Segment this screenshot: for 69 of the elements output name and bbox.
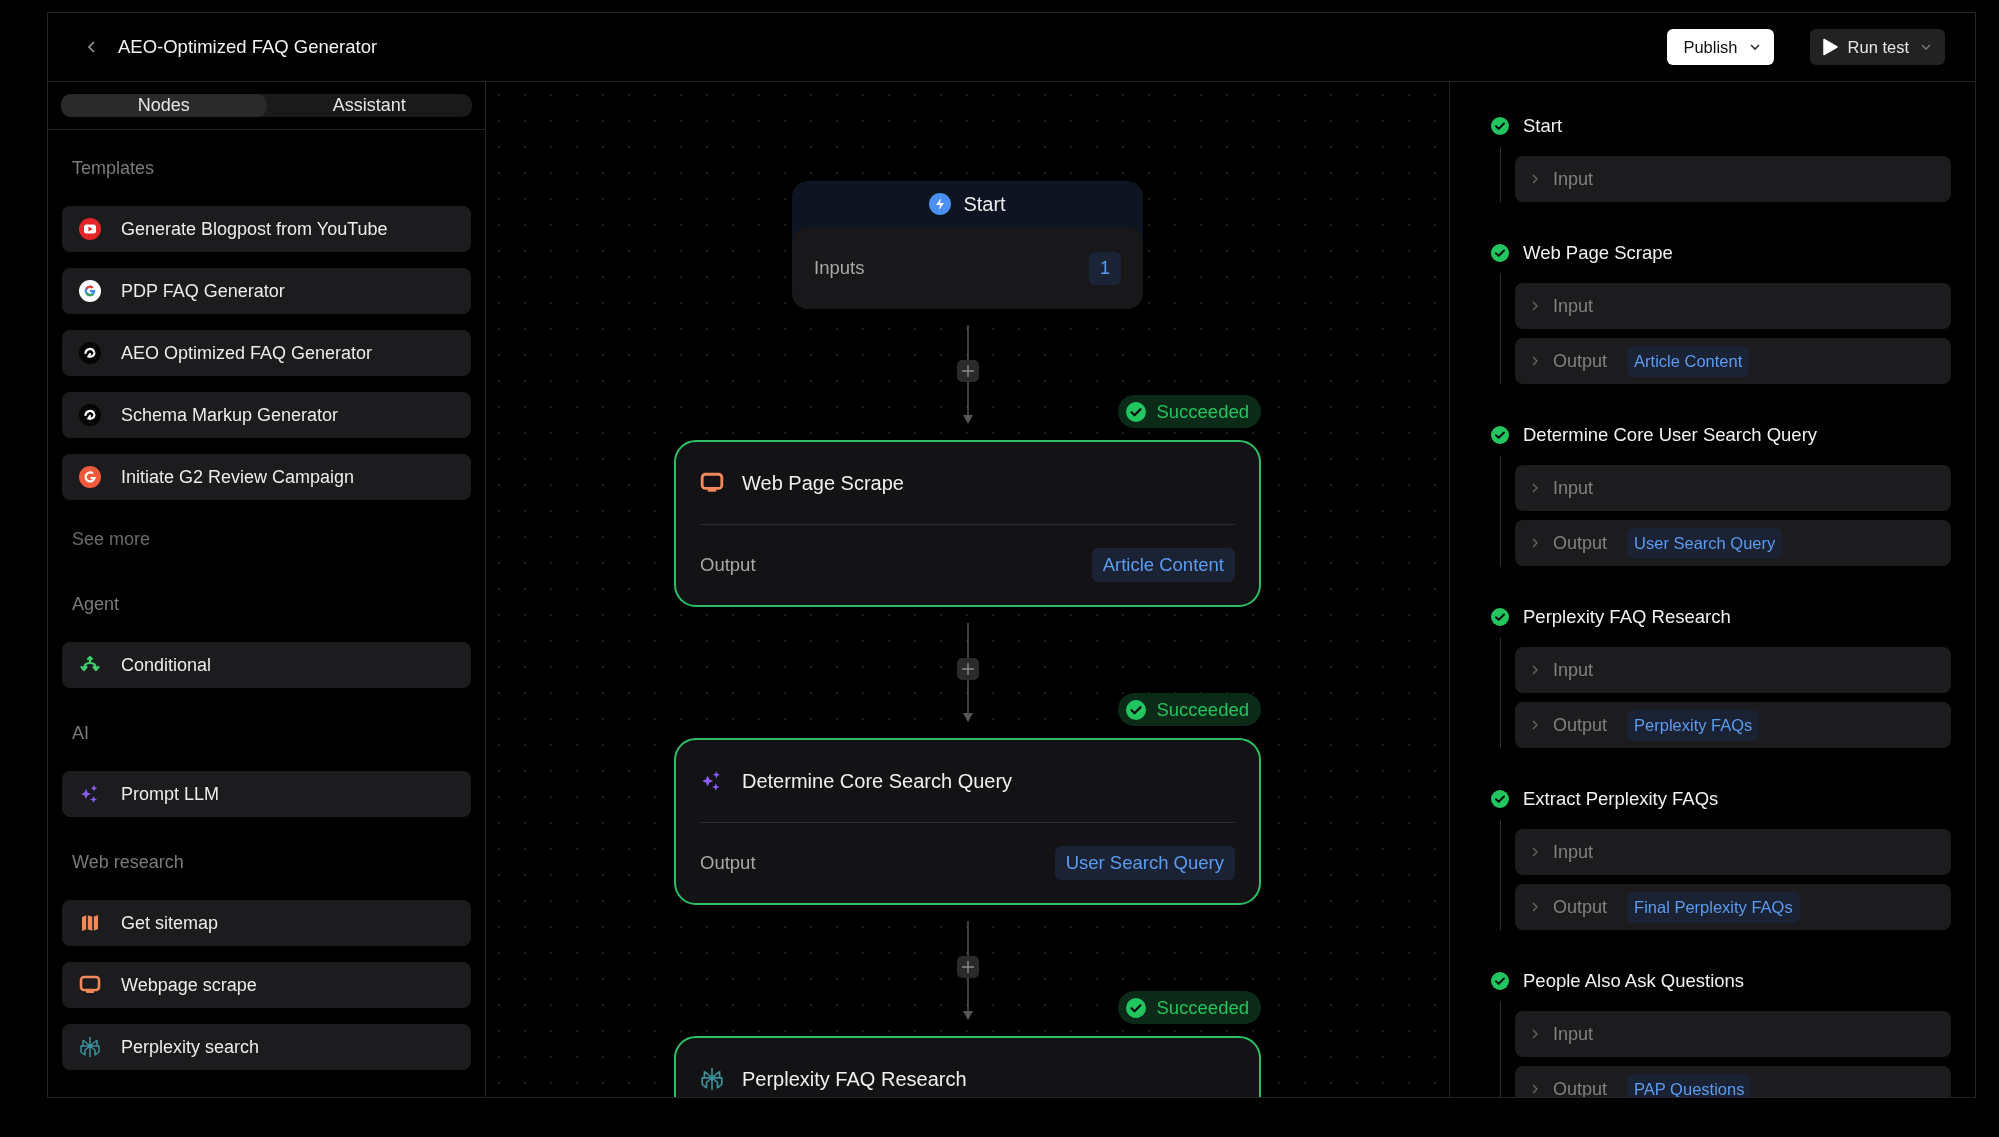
monitor-icon [700, 471, 724, 495]
node-list-item[interactable]: Get sitemap [62, 900, 471, 946]
node-list-item[interactable]: Webpage scrape [62, 962, 471, 1008]
inputs-count: 1 [1089, 251, 1121, 285]
log-row[interactable]: Input [1515, 829, 1951, 875]
status-badge: Succeeded [1118, 991, 1261, 1024]
log-row[interactable]: Output Article Content [1515, 338, 1951, 384]
node-list-item[interactable]: AEO Optimized FAQ Generator [62, 330, 471, 376]
step-title: Extract Perplexity FAQs [1522, 787, 1720, 811]
g2-icon [79, 466, 101, 488]
log-row[interactable]: Output User Search Query [1515, 520, 1951, 566]
output-label: Output [700, 852, 756, 874]
output-label: Output [700, 554, 756, 576]
log-row[interactable]: Input [1515, 465, 1951, 511]
check-circle-icon [1126, 699, 1147, 720]
node-list-item[interactable]: Perplexity search [62, 1024, 471, 1070]
output-variable: User Search Query [1054, 846, 1235, 880]
swirl-icon [79, 404, 101, 426]
node-list-item[interactable]: PDP FAQ Generator [62, 268, 471, 314]
section-heading: Web research [71, 851, 185, 874]
play-icon [79, 218, 101, 240]
tab[interactable]: Assistant [266, 94, 472, 117]
node-title: Perplexity FAQ Research [742, 1067, 967, 1091]
node-list-item[interactable]: Generate Blogpost from YouTube [62, 206, 471, 252]
status-badge: Succeeded [1118, 395, 1261, 428]
step-title: Determine Core User Search Query [1522, 423, 1819, 447]
node-list-item[interactable]: Schema Markup Generator [62, 392, 471, 438]
node-title: Web Page Scrape [742, 471, 904, 495]
run-test-button[interactable]: Run test [1809, 29, 1945, 65]
output-variable: Article Content [1091, 548, 1235, 582]
log-row[interactable]: Output Final Perplexity FAQs [1515, 884, 1951, 930]
log-row[interactable]: Input [1515, 283, 1951, 329]
section-heading: Templates [71, 157, 156, 180]
monitor-icon [79, 974, 101, 996]
letter-g-icon [79, 280, 101, 302]
node-list-item[interactable]: Prompt LLM [62, 771, 471, 817]
step-title: People Also Ask Questions [1522, 969, 1746, 993]
node-title: Determine Core Search Query [742, 769, 1013, 793]
node-list-item[interactable]: Conditional [62, 642, 471, 688]
step-title: Perplexity FAQ Research [1522, 605, 1732, 629]
status-badge: Succeeded [1118, 693, 1261, 726]
inputs-label: Inputs [814, 257, 865, 279]
perplexity-icon [79, 1036, 101, 1058]
lightning-icon [929, 193, 952, 215]
check-circle-icon [1126, 401, 1147, 422]
check-circle-icon [1126, 997, 1147, 1018]
section-heading: AI [71, 722, 90, 745]
log-row[interactable]: Input [1515, 1011, 1951, 1057]
section-heading: Agent [71, 593, 121, 616]
start-node[interactable]: Start Inputs 1 [792, 181, 1143, 309]
workflow-node[interactable]: Determine Core Search Query Output User Search Query [674, 738, 1261, 905]
publish-button[interactable]: Publish [1667, 29, 1774, 65]
workflow-node[interactable]: Web Page Scrape Output Article Content [674, 440, 1261, 607]
tab[interactable]: Nodes [61, 94, 267, 117]
workflow-title: AEO-Optimized FAQ Generator [118, 36, 379, 58]
swirl-icon [79, 342, 101, 364]
back-button[interactable] [86, 40, 98, 54]
play-icon [1821, 38, 1838, 56]
log-row[interactable]: Input [1515, 647, 1951, 693]
map-icon [79, 912, 101, 934]
node-title: Start [963, 192, 1006, 216]
see-more-link[interactable]: See more [62, 527, 471, 551]
step-title: Start [1522, 114, 1564, 138]
workflow-node[interactable]: Perplexity FAQ Research [674, 1036, 1261, 1097]
log-row[interactable]: Output Perplexity FAQs [1515, 702, 1951, 748]
step-title: Web Page Scrape [1522, 241, 1674, 265]
log-row[interactable]: Input [1515, 156, 1951, 202]
node-list-item[interactable]: Initiate G2 Review Campaign [62, 454, 471, 500]
perplexity-icon [700, 1067, 724, 1091]
